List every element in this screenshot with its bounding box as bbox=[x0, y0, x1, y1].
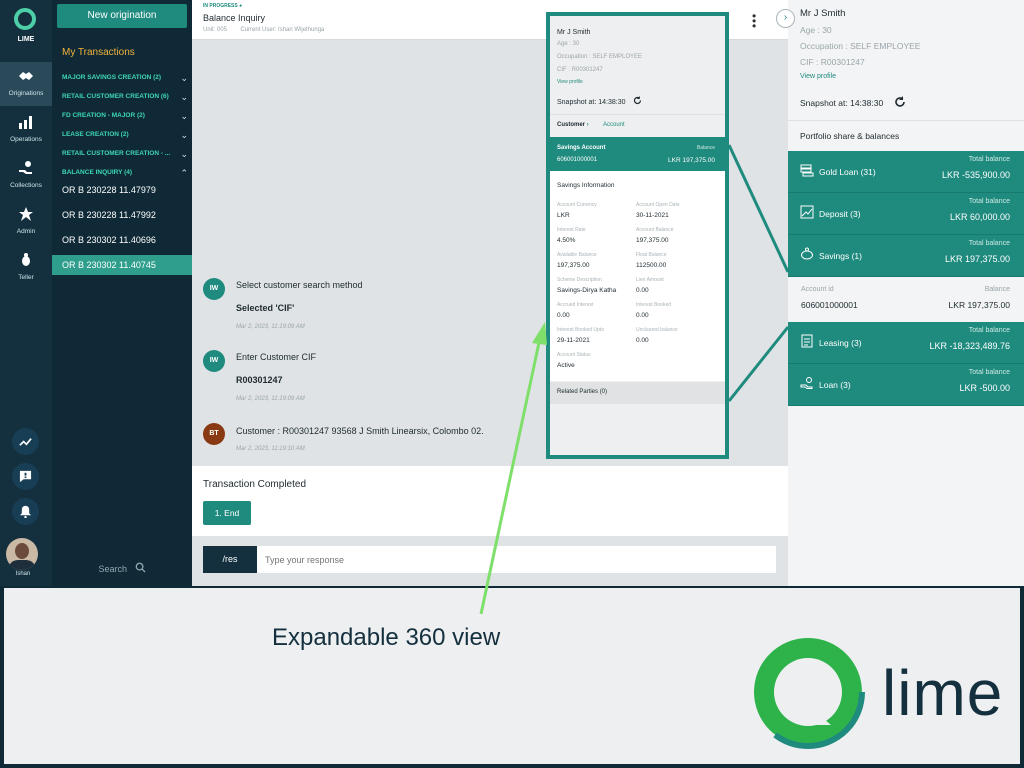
arrow-head bbox=[532, 322, 547, 345]
pointer-arrow bbox=[479, 322, 547, 615]
arrow-shaft bbox=[479, 337, 542, 615]
